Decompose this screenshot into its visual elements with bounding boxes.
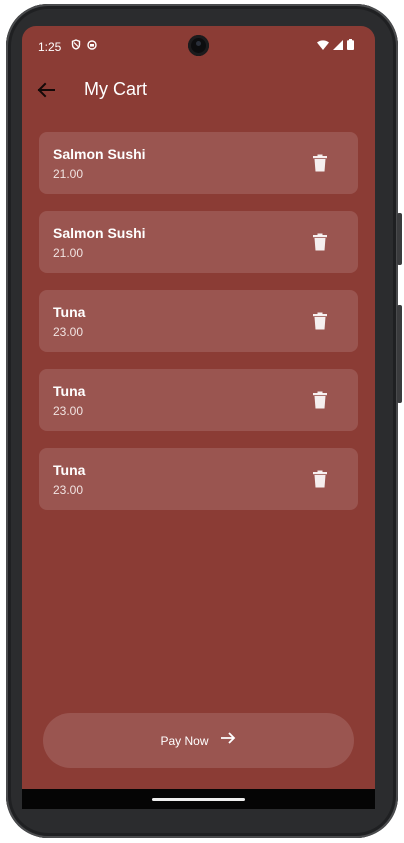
status-icons-left bbox=[71, 39, 97, 53]
page-title: My Cart bbox=[84, 79, 147, 99]
device-frame: 1:25 My Cart Salmon Sushi 21.00 Salmon S… bbox=[0, 0, 404, 843]
power-button bbox=[397, 213, 402, 265]
cart-item: Salmon Sushi 21.00 bbox=[39, 132, 358, 194]
app-bar: My Cart bbox=[22, 66, 375, 116]
front-camera bbox=[188, 35, 209, 56]
trash-icon bbox=[310, 470, 330, 493]
arrow-left-icon bbox=[34, 82, 58, 106]
app-screen: 1:25 My Cart Salmon Sushi 21.00 Salmon S… bbox=[22, 26, 375, 809]
item-name: Salmon Sushi bbox=[53, 225, 146, 241]
back-button[interactable] bbox=[34, 78, 58, 102]
delete-button[interactable] bbox=[310, 232, 330, 252]
item-name: Tuna bbox=[53, 304, 86, 320]
delete-button[interactable] bbox=[310, 311, 330, 331]
cart-item: Tuna 23.00 bbox=[39, 448, 358, 510]
cart-item: Salmon Sushi 21.00 bbox=[39, 211, 358, 273]
item-price: 23.00 bbox=[53, 325, 84, 339]
trash-icon bbox=[310, 312, 330, 335]
status-icons-right bbox=[317, 39, 354, 53]
pay-now-button[interactable]: Pay Now bbox=[43, 713, 354, 768]
system-navigation-bar bbox=[22, 789, 375, 809]
item-name: Tuna bbox=[53, 383, 86, 399]
trash-icon bbox=[310, 154, 330, 177]
signal-icon bbox=[333, 39, 343, 53]
item-price: 23.00 bbox=[53, 483, 84, 497]
item-price: 23.00 bbox=[53, 404, 84, 418]
delete-button[interactable] bbox=[310, 153, 330, 173]
delete-button[interactable] bbox=[310, 469, 330, 489]
status-time: 1:25 bbox=[38, 40, 62, 54]
cart-list: Salmon Sushi 21.00 Salmon Sushi 21.00 Tu… bbox=[39, 132, 358, 527]
cart-item: Tuna 23.00 bbox=[39, 369, 358, 431]
delete-button[interactable] bbox=[310, 390, 330, 410]
sim-icon bbox=[87, 39, 97, 53]
trash-icon bbox=[310, 233, 330, 256]
arrow-right-icon bbox=[219, 729, 237, 752]
item-price: 21.00 bbox=[53, 246, 84, 260]
home-gesture-handle[interactable] bbox=[152, 798, 245, 801]
wifi-icon bbox=[317, 39, 329, 53]
item-name: Salmon Sushi bbox=[53, 146, 146, 162]
cart-item: Tuna 23.00 bbox=[39, 290, 358, 352]
trash-icon bbox=[310, 391, 330, 414]
status-bar: 1:25 bbox=[22, 26, 375, 66]
volume-button bbox=[397, 305, 402, 403]
battery-icon bbox=[347, 39, 354, 53]
shield-icon bbox=[71, 39, 81, 53]
pay-now-label: Pay Now bbox=[160, 733, 209, 748]
item-price: 21.00 bbox=[53, 167, 84, 181]
item-name: Tuna bbox=[53, 462, 86, 478]
